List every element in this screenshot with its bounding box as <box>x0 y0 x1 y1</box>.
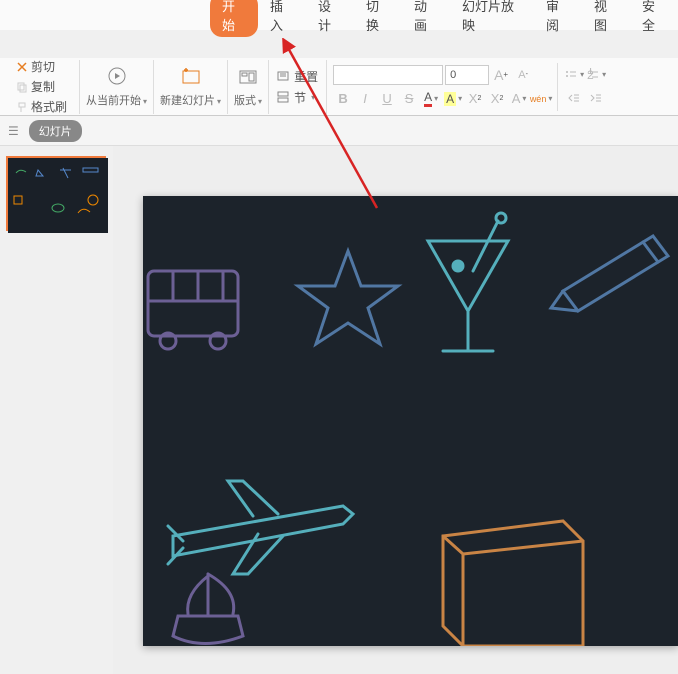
slideshow-label: 从当前开始 <box>86 92 147 108</box>
font-group: A+ A- B I U S A A X2 X2 A wén <box>327 63 558 111</box>
tab-slideshow[interactable]: 幻灯片放映 <box>450 0 534 38</box>
paragraph-group: 12 <box>558 63 612 111</box>
bold-icon[interactable]: B <box>333 89 353 109</box>
newslide-label: 新建幻灯片 <box>160 92 221 108</box>
cut-button[interactable]: 剪切 <box>14 57 69 76</box>
highlight-icon[interactable]: A <box>443 89 463 109</box>
slides-tab[interactable]: 幻灯片 <box>29 120 82 142</box>
reset-button[interactable]: 重置 <box>275 67 320 86</box>
format-painter-button[interactable]: 格式刷 <box>14 97 69 116</box>
superscript-icon[interactable]: X2 <box>465 89 485 109</box>
thumbnail-pane <box>0 146 113 674</box>
increase-font-icon[interactable]: A+ <box>491 65 511 85</box>
section-label: 节 <box>294 89 306 106</box>
start-slideshow-button[interactable]: 从当前开始 <box>80 60 154 114</box>
decrease-indent-icon[interactable] <box>564 89 584 109</box>
tab-transition[interactable]: 切换 <box>354 0 402 38</box>
subscript-icon[interactable]: X2 <box>487 89 507 109</box>
tab-start[interactable]: 开始 <box>210 0 258 37</box>
cut-label: 剪切 <box>31 58 55 75</box>
tab-security[interactable]: 安全 <box>630 0 678 38</box>
svg-text:2: 2 <box>587 68 594 82</box>
layout-label: 版式 <box>234 92 262 108</box>
clear-format-icon[interactable]: A <box>509 89 529 109</box>
layout-icon <box>236 66 260 90</box>
italic-icon[interactable]: I <box>355 89 375 109</box>
workspace <box>0 146 678 674</box>
strike-icon[interactable]: S <box>399 89 419 109</box>
underline-icon[interactable]: U <box>377 89 397 109</box>
panel-bar: ☰ 幻灯片 <box>0 116 678 146</box>
copy-label: 复制 <box>31 78 55 95</box>
tab-review[interactable]: 审阅 <box>534 0 582 38</box>
tab-animation[interactable]: 动画 <box>402 0 450 38</box>
numbering-icon[interactable]: 12 <box>586 65 606 85</box>
font-size-select[interactable] <box>445 65 489 85</box>
slide-canvas[interactable] <box>113 146 678 674</box>
reset-label: 重置 <box>294 68 318 85</box>
section-button[interactable]: 节 <box>275 88 317 107</box>
slide[interactable] <box>143 196 678 646</box>
ribbon: 剪切 复制 格式刷 从当前开始 新建幻灯片 版式 重置 节 A+ A- B I … <box>0 58 678 116</box>
new-slide-icon <box>179 66 203 90</box>
tab-insert[interactable]: 插入 <box>258 0 306 38</box>
slide-thumbnail[interactable] <box>6 156 106 231</box>
format-label: 格式刷 <box>31 98 67 115</box>
menu-tabs: 开始 插入 设计 切换 动画 幻灯片放映 审阅 视图 安全 <box>0 0 678 30</box>
tab-view[interactable]: 视图 <box>582 0 630 38</box>
layout-button[interactable]: 版式 <box>228 60 269 114</box>
font-color-icon[interactable]: A <box>421 89 441 109</box>
increase-indent-icon[interactable] <box>586 89 606 109</box>
pinyin-icon[interactable]: wén <box>531 89 551 109</box>
new-slide-button[interactable]: 新建幻灯片 <box>154 60 228 114</box>
tab-design[interactable]: 设计 <box>306 0 354 38</box>
outline-icon[interactable]: ☰ <box>8 124 19 138</box>
copy-button[interactable]: 复制 <box>14 77 69 96</box>
bullets-icon[interactable] <box>564 65 584 85</box>
font-name-select[interactable] <box>333 65 443 85</box>
decrease-font-icon[interactable]: A- <box>513 65 533 85</box>
play-icon <box>105 66 129 90</box>
